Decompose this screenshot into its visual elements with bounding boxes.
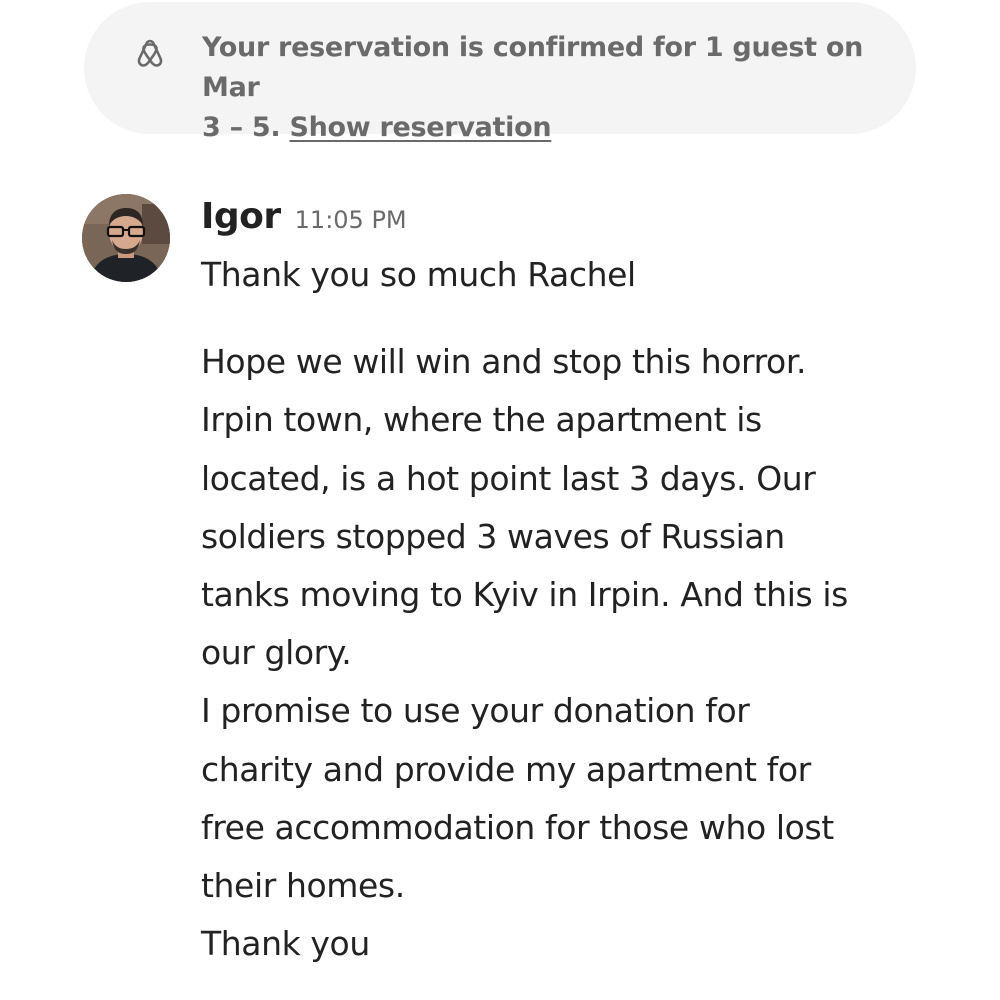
message-line: our glory. xyxy=(201,633,352,673)
message-line: free accommodation for those who lost xyxy=(201,807,834,847)
reservation-confirmation-text: Your reservation is confirmed for 1 gues… xyxy=(202,28,882,148)
message-body: Thank you so much Rachel Hope we will wi… xyxy=(201,246,961,973)
reservation-text-line1: Your reservation is confirmed for 1 gues… xyxy=(202,32,864,103)
avatar[interactable] xyxy=(82,194,170,282)
message-line: I promise to use your donation for xyxy=(201,691,750,731)
sender-name[interactable]: Igor xyxy=(201,196,281,237)
airbnb-logo-icon xyxy=(136,38,164,68)
message-line: tanks moving to Kyiv in Irpin. And this … xyxy=(201,575,848,615)
message-line: Thank you xyxy=(201,924,370,964)
message-header: Igor 11:05 PM xyxy=(201,196,407,246)
show-reservation-link[interactable]: Show reservation xyxy=(289,112,551,143)
message-line: Hope we will win and stop this horror. xyxy=(201,342,807,382)
message-line: charity and provide my apartment for xyxy=(201,749,811,789)
message-line: Irpin town, where the apartment is xyxy=(201,400,762,440)
message-line: located, is a hot point last 3 days. Our xyxy=(201,458,816,498)
reservation-banner: Your reservation is confirmed for 1 gues… xyxy=(84,2,916,143)
message-greeting: Thank you so much Rachel xyxy=(201,255,636,294)
message-line: soldiers stopped 3 waves of Russian xyxy=(201,516,785,556)
message-line: their homes. xyxy=(201,866,405,906)
reservation-text-line2: 3 – 5. xyxy=(202,112,290,143)
message-timestamp: 11:05 PM xyxy=(294,206,407,234)
